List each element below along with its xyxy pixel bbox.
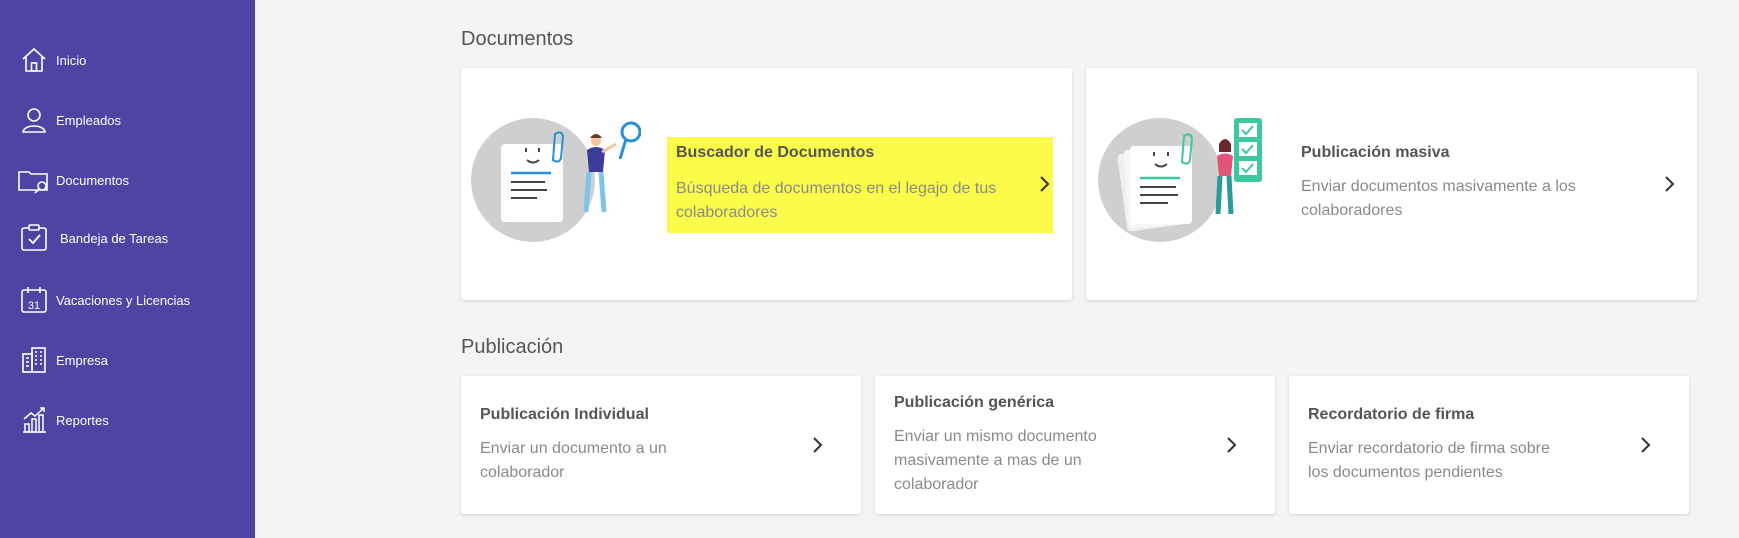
section-title-publicacion: Publicación [461, 336, 564, 358]
sidebar-item-label: Documentos [56, 172, 129, 188]
chevron-right-icon[interactable] [1225, 436, 1239, 454]
building-icon [22, 347, 46, 373]
card-title: Publicación genérica [894, 394, 1055, 411]
sidebar-item-label: Bandeja de Tareas [60, 230, 169, 246]
calendar-icon: 31 [21, 287, 47, 313]
sidebar-item-label: Empresa [56, 352, 109, 368]
card-publicacion-masiva[interactable]: Publicación masiva Enviar documentos mas… [1086, 68, 1697, 300]
card-recordatorio-de-firma[interactable]: Recordatorio de firma Enviar recordatori… [1289, 376, 1689, 514]
card-description-line: Enviar un mismo documento [894, 428, 1097, 445]
user-icon [22, 108, 46, 133]
section-title-documentos: Documentos [461, 28, 574, 50]
main-content: Documentos Buscador de Documentos Búsque… [255, 0, 1739, 538]
sidebar: Inicio Empleados Documentos Bandeja de T… [0, 0, 255, 538]
sidebar-item-documentos[interactable]: Documentos [18, 164, 129, 196]
card-description-line: Enviar un documento a un [480, 440, 667, 457]
card-description: Enviar recordatorio de firma sobre los d… [1308, 437, 1608, 485]
sidebar-item-label: Vacaciones y Licencias [56, 292, 191, 308]
sidebar-item-label: Reportes [56, 412, 109, 428]
card-description-line: los documentos pendientes [1308, 464, 1503, 481]
card-description: Enviar documentos masivamente a los cola… [1301, 175, 1621, 223]
card-publicacion-individual[interactable]: Publicación Individual Enviar un documen… [461, 376, 861, 514]
card-description-line: Búsqueda de documentos en el legajo de t… [676, 180, 997, 197]
chevron-right-icon[interactable] [1663, 175, 1677, 193]
card-title: Buscador de Documentos [676, 144, 875, 161]
card-title: Publicación masiva [1301, 144, 1450, 161]
sidebar-item-empresa[interactable]: Empresa [18, 344, 108, 376]
card-title: Publicación Individual [480, 406, 649, 423]
clipboard-check-icon [21, 224, 47, 251]
bulk-documents-illustration [1098, 118, 1262, 242]
card-description-line: colaborador [894, 476, 979, 493]
sidebar-item-inicio[interactable]: Inicio [18, 44, 86, 76]
sidebar-item-empleados[interactable]: Empleados [18, 104, 121, 136]
sidebar-item-label: Empleados [56, 112, 122, 128]
card-description-line: Enviar documentos masivamente a los [1301, 178, 1576, 195]
card-description-line: colaboradores [676, 204, 778, 221]
sidebar-item-vacaciones-y-licencias[interactable]: 31 Vacaciones y Licencias [18, 284, 190, 316]
chevron-right-icon[interactable] [1038, 175, 1052, 193]
chart-growth-icon [23, 407, 46, 433]
card-description-line: masivamente a mas de un [894, 452, 1082, 469]
sidebar-item-reportes[interactable]: Reportes [18, 404, 109, 436]
chevron-right-icon[interactable] [1639, 436, 1653, 454]
card-publicacion-generica[interactable]: Publicación genérica Enviar un mismo doc… [875, 376, 1275, 514]
card-buscador-de-documentos[interactable]: Buscador de Documentos Búsqueda de docum… [461, 68, 1072, 300]
card-description: Enviar un mismo documento masivamente a … [894, 425, 1154, 497]
home-icon [22, 47, 46, 72]
card-title: Recordatorio de firma [1308, 406, 1475, 423]
card-description: Enviar un documento a un colaborador [480, 437, 740, 485]
sidebar-item-label: Inicio [56, 52, 87, 68]
card-description-line: Enviar recordatorio de firma sobre [1308, 440, 1550, 457]
card-description-line: colaboradores [1301, 202, 1403, 219]
card-description: Búsqueda de documentos en el legajo de t… [676, 177, 1026, 225]
calendar-day-number: 31 [28, 300, 40, 312]
card-description-line: colaborador [480, 464, 565, 481]
document-search-illustration [471, 118, 641, 242]
sidebar-item-bandeja-de-tareas[interactable]: Bandeja de Tareas [18, 222, 168, 254]
chevron-right-icon[interactable] [811, 436, 825, 454]
folder-search-icon [18, 171, 48, 194]
